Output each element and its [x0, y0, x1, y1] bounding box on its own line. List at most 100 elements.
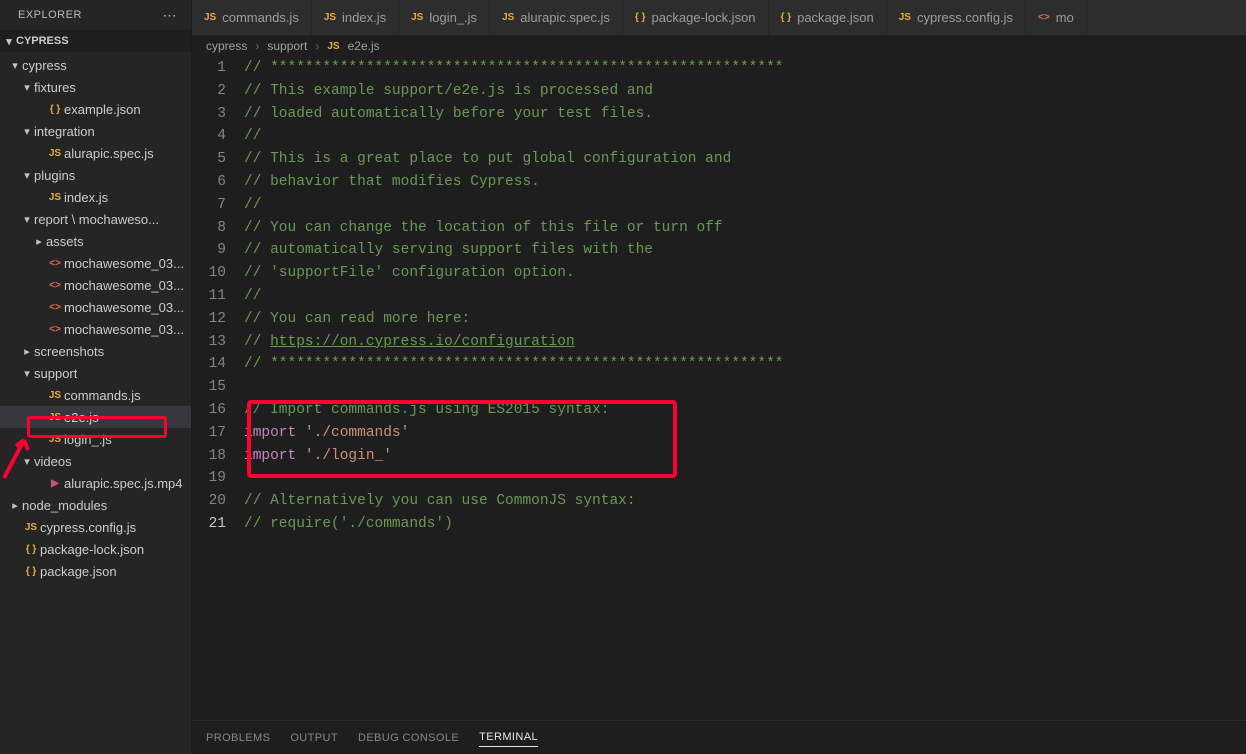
folder-row[interactable]: videos: [0, 450, 191, 472]
folder-row[interactable]: node_modules: [0, 494, 191, 516]
folder-row[interactable]: fixtures: [0, 76, 191, 98]
file-tree: cypress fixtures{ }example.jsonintegratio…: [0, 52, 191, 754]
line-number: 6: [192, 171, 226, 194]
chevron-down-icon: [20, 367, 34, 380]
line-number: 12: [192, 308, 226, 331]
project-section[interactable]: CYPRESS: [0, 30, 191, 52]
line-gutter: 123456789101112131415161718192021: [192, 57, 244, 720]
line-number: 2: [192, 80, 226, 103]
breadcrumb-part[interactable]: cypress: [206, 39, 247, 53]
file-row[interactable]: JSe2e.js: [0, 406, 191, 428]
chevron-down-icon: [20, 125, 34, 138]
editor-tab[interactable]: JScommands.js: [192, 0, 312, 35]
code-line[interactable]: // 'supportFile' configuration option.: [244, 262, 1246, 285]
code-line[interactable]: //: [244, 125, 1246, 148]
file-row[interactable]: { }example.json: [0, 98, 191, 120]
line-number: 21: [192, 513, 226, 536]
tree-item-label: login_.js: [64, 432, 112, 447]
explorer-title: EXPLORER: [18, 9, 82, 21]
chevron-down-icon: [20, 169, 34, 182]
folder-row[interactable]: screenshots: [0, 340, 191, 362]
explorer-more-icon[interactable]: ⋯: [163, 8, 178, 22]
code-line[interactable]: // automatically serving support files w…: [244, 239, 1246, 262]
tab-label: cypress.config.js: [917, 10, 1013, 25]
code-line[interactable]: // loaded automatically before your test…: [244, 103, 1246, 126]
file-row[interactable]: JSalurapic.spec.js: [0, 142, 191, 164]
code-line[interactable]: // This example support/e2e.js is proces…: [244, 80, 1246, 103]
code-line[interactable]: // https://on.cypress.io/configuration: [244, 331, 1246, 354]
editor-area: JScommands.jsJSindex.jsJSlogin_.jsJSalur…: [192, 0, 1246, 754]
code-line[interactable]: // You can change the location of this f…: [244, 217, 1246, 240]
file-row[interactable]: <>mochawesome_03...: [0, 296, 191, 318]
js-file-icon: JS: [46, 390, 64, 401]
editor-tab[interactable]: { }package-lock.json: [623, 0, 769, 35]
code-line[interactable]: // This is a great place to put global c…: [244, 148, 1246, 171]
file-row[interactable]: JSlogin_.js: [0, 428, 191, 450]
folder-row[interactable]: report \ mochaweso...: [0, 208, 191, 230]
code-line[interactable]: [244, 376, 1246, 399]
tree-item-label: cypress: [22, 58, 67, 73]
code-editor[interactable]: 123456789101112131415161718192021 // ***…: [192, 57, 1246, 720]
file-row[interactable]: { }package.json: [0, 560, 191, 582]
html-file-icon: <>: [46, 280, 64, 291]
file-row[interactable]: JScypress.config.js: [0, 516, 191, 538]
line-number: 11: [192, 285, 226, 308]
code-line[interactable]: // behavior that modifies Cypress.: [244, 171, 1246, 194]
code-line[interactable]: import './login_': [244, 445, 1246, 468]
folder-row[interactable]: plugins: [0, 164, 191, 186]
code-line[interactable]: [244, 467, 1246, 490]
panel-tab-output[interactable]: OUTPUT: [290, 732, 338, 744]
line-number: 20: [192, 490, 226, 513]
chevron-right-icon: [20, 345, 34, 358]
file-row[interactable]: <>mochawesome_03...: [0, 318, 191, 340]
breadcrumb: cypress › support › JS e2e.js: [192, 35, 1246, 57]
tab-label: login_.js: [429, 10, 477, 25]
editor-tab[interactable]: JScypress.config.js: [887, 0, 1026, 35]
code-line[interactable]: //: [244, 194, 1246, 217]
editor-tab[interactable]: <>mo: [1026, 0, 1087, 35]
tree-item-label: mochawesome_03...: [64, 322, 184, 337]
code-line[interactable]: import './commands': [244, 422, 1246, 445]
panel-tab-problems[interactable]: PROBLEMS: [206, 732, 270, 744]
code-lines[interactable]: // *************************************…: [244, 57, 1246, 720]
line-number: 3: [192, 103, 226, 126]
line-number: 7: [192, 194, 226, 217]
editor-tab[interactable]: JSlogin_.js: [399, 0, 490, 35]
file-row[interactable]: <>mochawesome_03...: [0, 274, 191, 296]
chevron-down-icon: [8, 59, 22, 72]
file-row[interactable]: JSindex.js: [0, 186, 191, 208]
code-line[interactable]: // *************************************…: [244, 57, 1246, 80]
js-file-icon: JS: [46, 148, 64, 159]
breadcrumb-file[interactable]: e2e.js: [348, 39, 380, 53]
folder-row[interactable]: support: [0, 362, 191, 384]
editor-tab[interactable]: { }package.json: [769, 0, 887, 35]
breadcrumb-part[interactable]: support: [267, 39, 307, 53]
code-line[interactable]: // require('./commands'): [244, 513, 1246, 536]
editor-tab[interactable]: JSalurapic.spec.js: [490, 0, 623, 35]
json-file-icon: { }: [781, 12, 792, 23]
code-line[interactable]: // *************************************…: [244, 353, 1246, 376]
code-line[interactable]: // You can read more here:: [244, 308, 1246, 331]
sidebar: EXPLORER ⋯ CYPRESS cypress fixtures{ }exa…: [0, 0, 192, 754]
file-row[interactable]: ▶alurapic.spec.js.mp4: [0, 472, 191, 494]
folder-row[interactable]: assets: [0, 230, 191, 252]
line-number: 8: [192, 217, 226, 240]
code-line[interactable]: // Import commands.js using ES2015 synta…: [244, 399, 1246, 422]
file-row[interactable]: { }package-lock.json: [0, 538, 191, 560]
folder-row[interactable]: cypress: [0, 54, 191, 76]
chevron-down-icon: [20, 213, 34, 226]
editor-tabs: JScommands.jsJSindex.jsJSlogin_.jsJSalur…: [192, 0, 1246, 35]
tree-item-label: alurapic.spec.js.mp4: [64, 476, 183, 491]
line-number: 16: [192, 399, 226, 422]
panel-tab-debug-console[interactable]: DEBUG CONSOLE: [358, 732, 459, 744]
panel-tab-terminal[interactable]: TERMINAL: [479, 731, 538, 747]
chevron-down-icon: [20, 81, 34, 94]
code-line[interactable]: //: [244, 285, 1246, 308]
code-line[interactable]: // Alternatively you can use CommonJS sy…: [244, 490, 1246, 513]
tree-item-label: mochawesome_03...: [64, 300, 184, 315]
file-row[interactable]: JScommands.js: [0, 384, 191, 406]
file-row[interactable]: <>mochawesome_03...: [0, 252, 191, 274]
folder-row[interactable]: integration: [0, 120, 191, 142]
tree-item-label: mochawesome_03...: [64, 256, 184, 271]
editor-tab[interactable]: JSindex.js: [312, 0, 399, 35]
